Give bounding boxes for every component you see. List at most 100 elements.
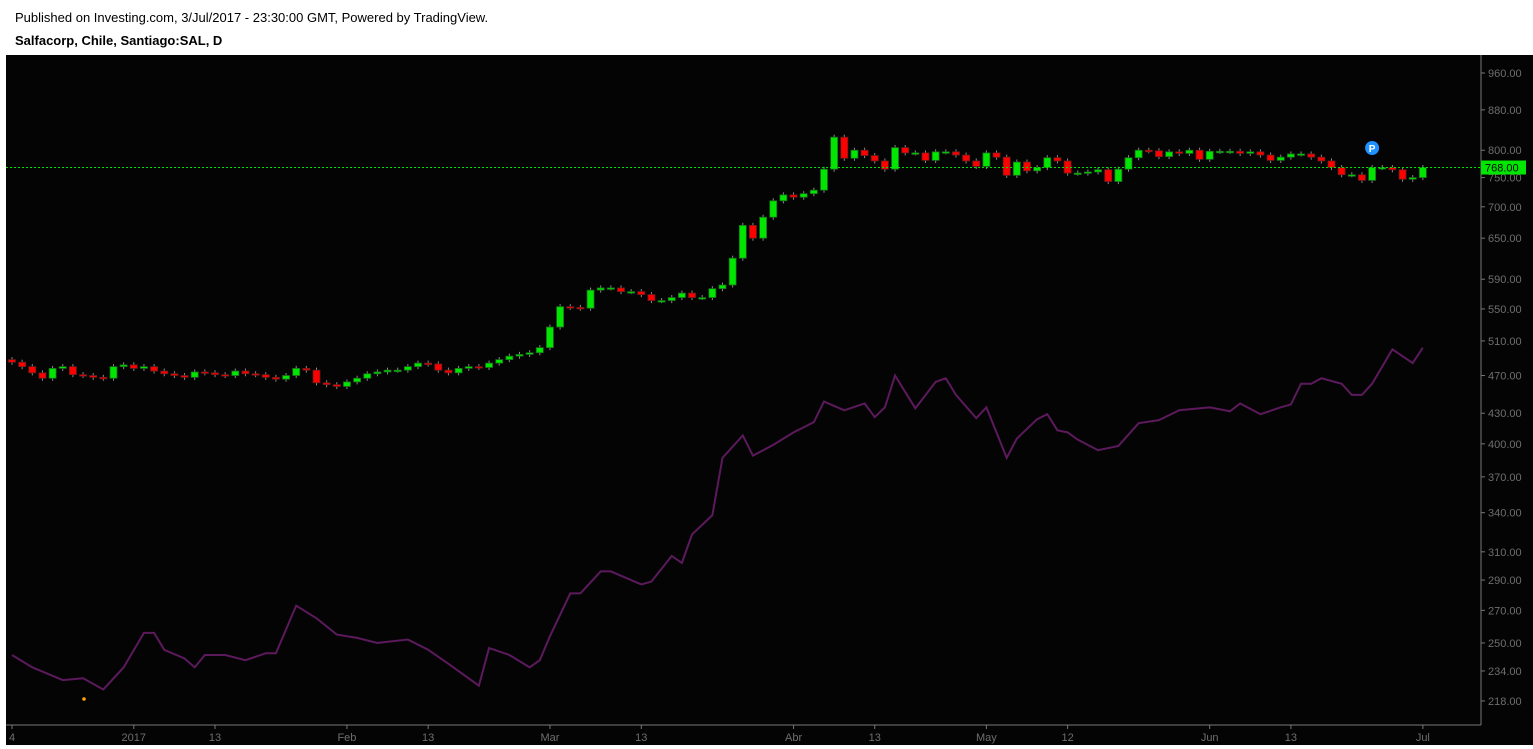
candle-body (343, 381, 351, 387)
candle-body (820, 168, 828, 191)
candle-body (363, 373, 372, 379)
candle-body (1236, 150, 1245, 154)
candle-body (678, 292, 686, 298)
candle-body (495, 359, 504, 364)
candle (546, 324, 554, 351)
candle (312, 367, 321, 386)
candle-body (1287, 153, 1295, 158)
candle (820, 166, 828, 193)
candle-body (312, 369, 321, 384)
x-tick-label: 2017 (122, 732, 146, 744)
candle-body (1073, 172, 1082, 175)
candle-body (1368, 167, 1376, 181)
candle-body (261, 374, 270, 378)
candle-body (180, 375, 189, 378)
candle-body (8, 359, 16, 363)
candle-body (860, 149, 869, 156)
candle-body (1043, 157, 1052, 168)
candle-body (688, 292, 696, 298)
candle-body (891, 147, 899, 170)
candle-body (1205, 150, 1214, 160)
y-tick-label: 290.00 (1488, 575, 1522, 587)
symbol-title: Salfacorp, Chile, Santiago:SAL, D (15, 33, 223, 48)
candle-body (1408, 177, 1417, 180)
candle-body (1317, 156, 1326, 162)
candle-body (403, 366, 412, 371)
candle (1002, 154, 1011, 178)
candle-body (1002, 156, 1011, 176)
candle-body (1094, 169, 1102, 173)
candle-body (393, 369, 402, 373)
candle-body (251, 373, 260, 376)
candle-body (454, 367, 463, 374)
candle-body (1266, 154, 1275, 161)
y-tick-label: 234.00 (1488, 666, 1522, 678)
candle-body (982, 152, 991, 167)
candle (1012, 159, 1021, 178)
candle (982, 150, 991, 169)
candle-body (657, 300, 666, 303)
candle (48, 365, 57, 381)
candle (840, 134, 849, 161)
candle (830, 134, 839, 172)
candle-body (1398, 169, 1407, 180)
candle-body (809, 189, 818, 195)
y-tick-label: 650.00 (1488, 233, 1522, 245)
candle-body (271, 376, 280, 380)
y-tick-label: 250.00 (1488, 638, 1522, 650)
price-chart[interactable]: 960.00880.00800.00750.00700.00650.00590.… (0, 55, 1533, 749)
candle-body (738, 224, 747, 259)
y-tick-label: 310.00 (1488, 547, 1522, 559)
y-tick-label: 960.00 (1488, 68, 1522, 80)
candle-body (830, 136, 839, 170)
candle-body (606, 287, 615, 290)
candle (556, 304, 564, 330)
candle-body (972, 160, 981, 167)
candle-body (69, 366, 77, 376)
candle-body (129, 364, 138, 369)
candle-body (99, 376, 108, 380)
x-tick-label: 12 (1061, 732, 1073, 744)
candle-body (1185, 149, 1194, 154)
candle-body (89, 375, 98, 378)
candle-body (322, 382, 331, 386)
candle-body (119, 364, 128, 368)
candle-body (870, 155, 879, 162)
candle-body (941, 151, 950, 154)
x-tick-label: May (976, 732, 997, 744)
candle-body (779, 194, 788, 202)
x-tick-label: Mar (540, 732, 559, 744)
y-tick-label: 218.00 (1488, 696, 1522, 708)
candle-body (241, 370, 250, 375)
time-axis[interactable] (6, 725, 1480, 745)
candle-body (1297, 153, 1305, 156)
y-tick-label: 700.00 (1488, 202, 1522, 214)
x-tick-label: 4 (9, 732, 15, 744)
candle-body (1195, 149, 1204, 160)
candle (109, 364, 118, 381)
candle-body (596, 287, 605, 291)
candle-body (799, 193, 808, 198)
candle-body (952, 151, 960, 156)
candle-body (759, 216, 767, 239)
x-tick-label: 13 (422, 732, 434, 744)
candle-body (962, 154, 970, 162)
y-tick-label: 470.00 (1488, 371, 1522, 383)
candle-body (749, 224, 757, 239)
y-tick-label: 510.00 (1488, 336, 1522, 348)
candle-body (505, 355, 514, 361)
candle-body (1084, 171, 1092, 174)
candle-body (921, 152, 930, 161)
candle-body (79, 374, 87, 377)
candle-body (1114, 168, 1123, 182)
candle-body (211, 372, 219, 376)
x-tick-label: 13 (869, 732, 881, 744)
candle (728, 255, 737, 288)
candle-body (992, 152, 1001, 158)
candle-body (38, 372, 47, 379)
candle-body (353, 377, 362, 383)
y-tick-label: 430.00 (1488, 408, 1522, 420)
plot-area[interactable] (6, 55, 1480, 725)
candle-body (18, 361, 27, 368)
y-tick-label: 880.00 (1488, 105, 1522, 117)
